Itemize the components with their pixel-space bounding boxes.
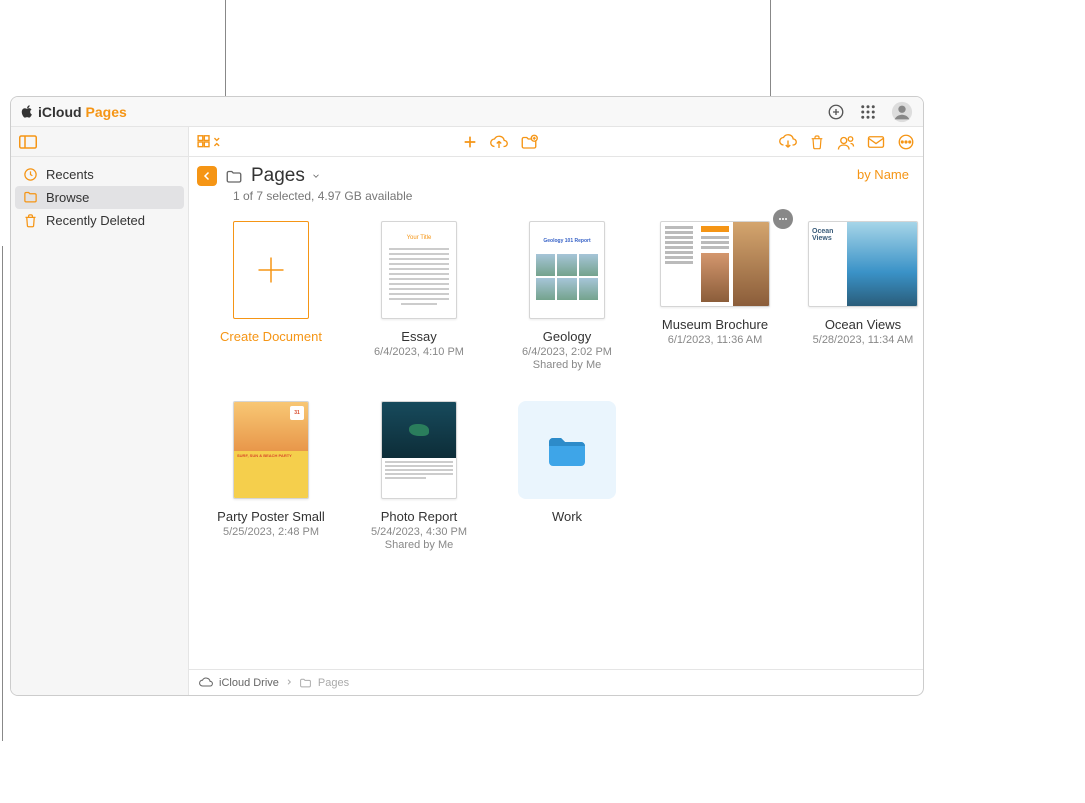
brand-pages: Pages [86,104,127,120]
tile-label: Essay [401,329,436,344]
create-thumb [233,221,309,319]
back-button[interactable] [197,166,217,186]
main: Pages 1 of 7 selected, 4.97 GB available… [189,127,923,695]
sidebar-item-label: Browse [46,190,89,205]
thumb-title: Geology 101 Report [530,238,604,244]
document-tile-photo-report[interactable]: Photo Report 5/24/2023, 4:30 PM Shared b… [345,401,493,551]
account-avatar-icon[interactable] [891,101,913,123]
trash-icon [23,213,38,228]
titlebar: iCloud Pages [11,97,923,127]
sidebar-item-label: Recently Deleted [46,213,145,228]
folder-thumb [518,401,616,499]
new-doc-icon[interactable] [462,134,478,150]
folder-tile-work[interactable]: Work [493,401,641,551]
tile-date: 6/4/2023, 2:02 PM [522,346,612,358]
new-folder-icon[interactable] [520,134,538,150]
document-tile-party-poster[interactable]: 31 SURF, SUN & BEACH PARTY Party Poster … [197,401,345,551]
tile-date: 5/25/2023, 2:48 PM [223,526,319,538]
document-thumb: 31 SURF, SUN & BEACH PARTY [233,401,309,499]
tile-label: Ocean Views [825,317,901,332]
app-window: iCloud Pages [10,96,924,696]
brand: iCloud Pages [21,104,127,120]
tile-more-button[interactable] [773,209,793,229]
download-cloud-icon[interactable] [779,134,797,150]
selection-status: 1 of 7 selected, 4.97 GB available [197,187,412,203]
cloud-icon [199,677,213,688]
chevron-right-icon [285,677,293,689]
breadcrumb: iCloud Drive Pages [189,669,923,695]
tile-date: 6/4/2023, 4:10 PM [374,346,464,358]
folder-icon [23,190,38,205]
thumb-title: Your Title [404,235,434,241]
app-launcher-icon[interactable] [859,103,877,121]
tile-label: Create Document [220,329,322,344]
collaborate-icon[interactable] [837,134,855,150]
document-thumb [381,401,457,499]
thumb-text: SURF, SUN & BEACH PARTY [234,451,308,498]
document-thumb: Geology 101 Report [529,221,605,319]
view-switcher-icon[interactable] [197,135,221,149]
document-tile-ocean-views[interactable]: Ocean Views Ocean Views 5/28/2023, 11:34… [789,221,924,371]
email-icon[interactable] [867,135,885,149]
apple-logo-icon [21,105,34,118]
tile-label: Party Poster Small [217,509,325,524]
header: Pages 1 of 7 selected, 4.97 GB available… [189,157,923,203]
tile-label: Geology [543,329,591,344]
sidebar-item-recents[interactable]: Recents [11,163,188,186]
sidebar: Recents Browse Recently Deleted [11,127,189,695]
document-grid: Create Document Your Title Essay 6/4/20 [189,203,923,551]
breadcrumb-current: Pages [318,677,349,689]
document-tile-museum-brochure[interactable]: Museum Brochure 6/1/2023, 11:36 AM [641,221,789,371]
document-tile-essay[interactable]: Your Title Essay 6/4/2023, 4:10 PM [345,221,493,371]
tile-shared: Shared by Me [385,539,453,551]
tile-label: Photo Report [381,509,458,524]
callout-line [2,246,3,741]
sidebar-item-recently-deleted[interactable]: Recently Deleted [11,209,188,232]
folder-icon [542,430,592,470]
document-thumb [660,221,770,307]
upload-cloud-icon[interactable] [490,134,508,150]
tile-date: 6/1/2023, 11:36 AM [668,334,763,346]
toggle-sidebar-icon[interactable] [19,135,37,149]
folder-icon [299,677,312,688]
tile-shared: Shared by Me [533,359,601,371]
toolbar [189,127,923,157]
tile-label: Museum Brochure [662,317,768,332]
titlebar-right [827,101,913,123]
breadcrumb-root[interactable]: iCloud Drive [219,677,279,689]
folder-title-text: Pages [251,165,305,187]
chevron-down-icon [311,171,321,181]
folder-icon [225,168,243,184]
brand-icloud: iCloud [38,104,82,120]
sidebar-toolbar [11,127,188,157]
more-icon[interactable] [897,133,915,151]
tile-label: Work [552,509,582,524]
document-tile-geology[interactable]: Geology 101 Report Geology 6/4/2023, 2:0… [493,221,641,371]
sidebar-item-browse[interactable]: Browse [15,186,184,209]
add-circle-icon[interactable] [827,103,845,121]
document-thumb: Your Title [381,221,457,319]
tile-date: 5/28/2023, 11:34 AM [813,334,914,346]
create-document-tile[interactable]: Create Document [197,221,345,371]
delete-icon[interactable] [809,134,825,150]
sidebar-list: Recents Browse Recently Deleted [11,157,188,238]
thumb-title: Ocean Views [812,228,844,242]
clock-icon [23,167,38,182]
tile-date: 5/24/2023, 4:30 PM [371,526,467,538]
document-thumb: Ocean Views [808,221,918,307]
sidebar-item-label: Recents [46,167,94,182]
sort-button[interactable]: by Name [857,165,909,182]
folder-title[interactable]: Pages [251,165,321,187]
thumb-date-badge: 31 [290,406,304,420]
